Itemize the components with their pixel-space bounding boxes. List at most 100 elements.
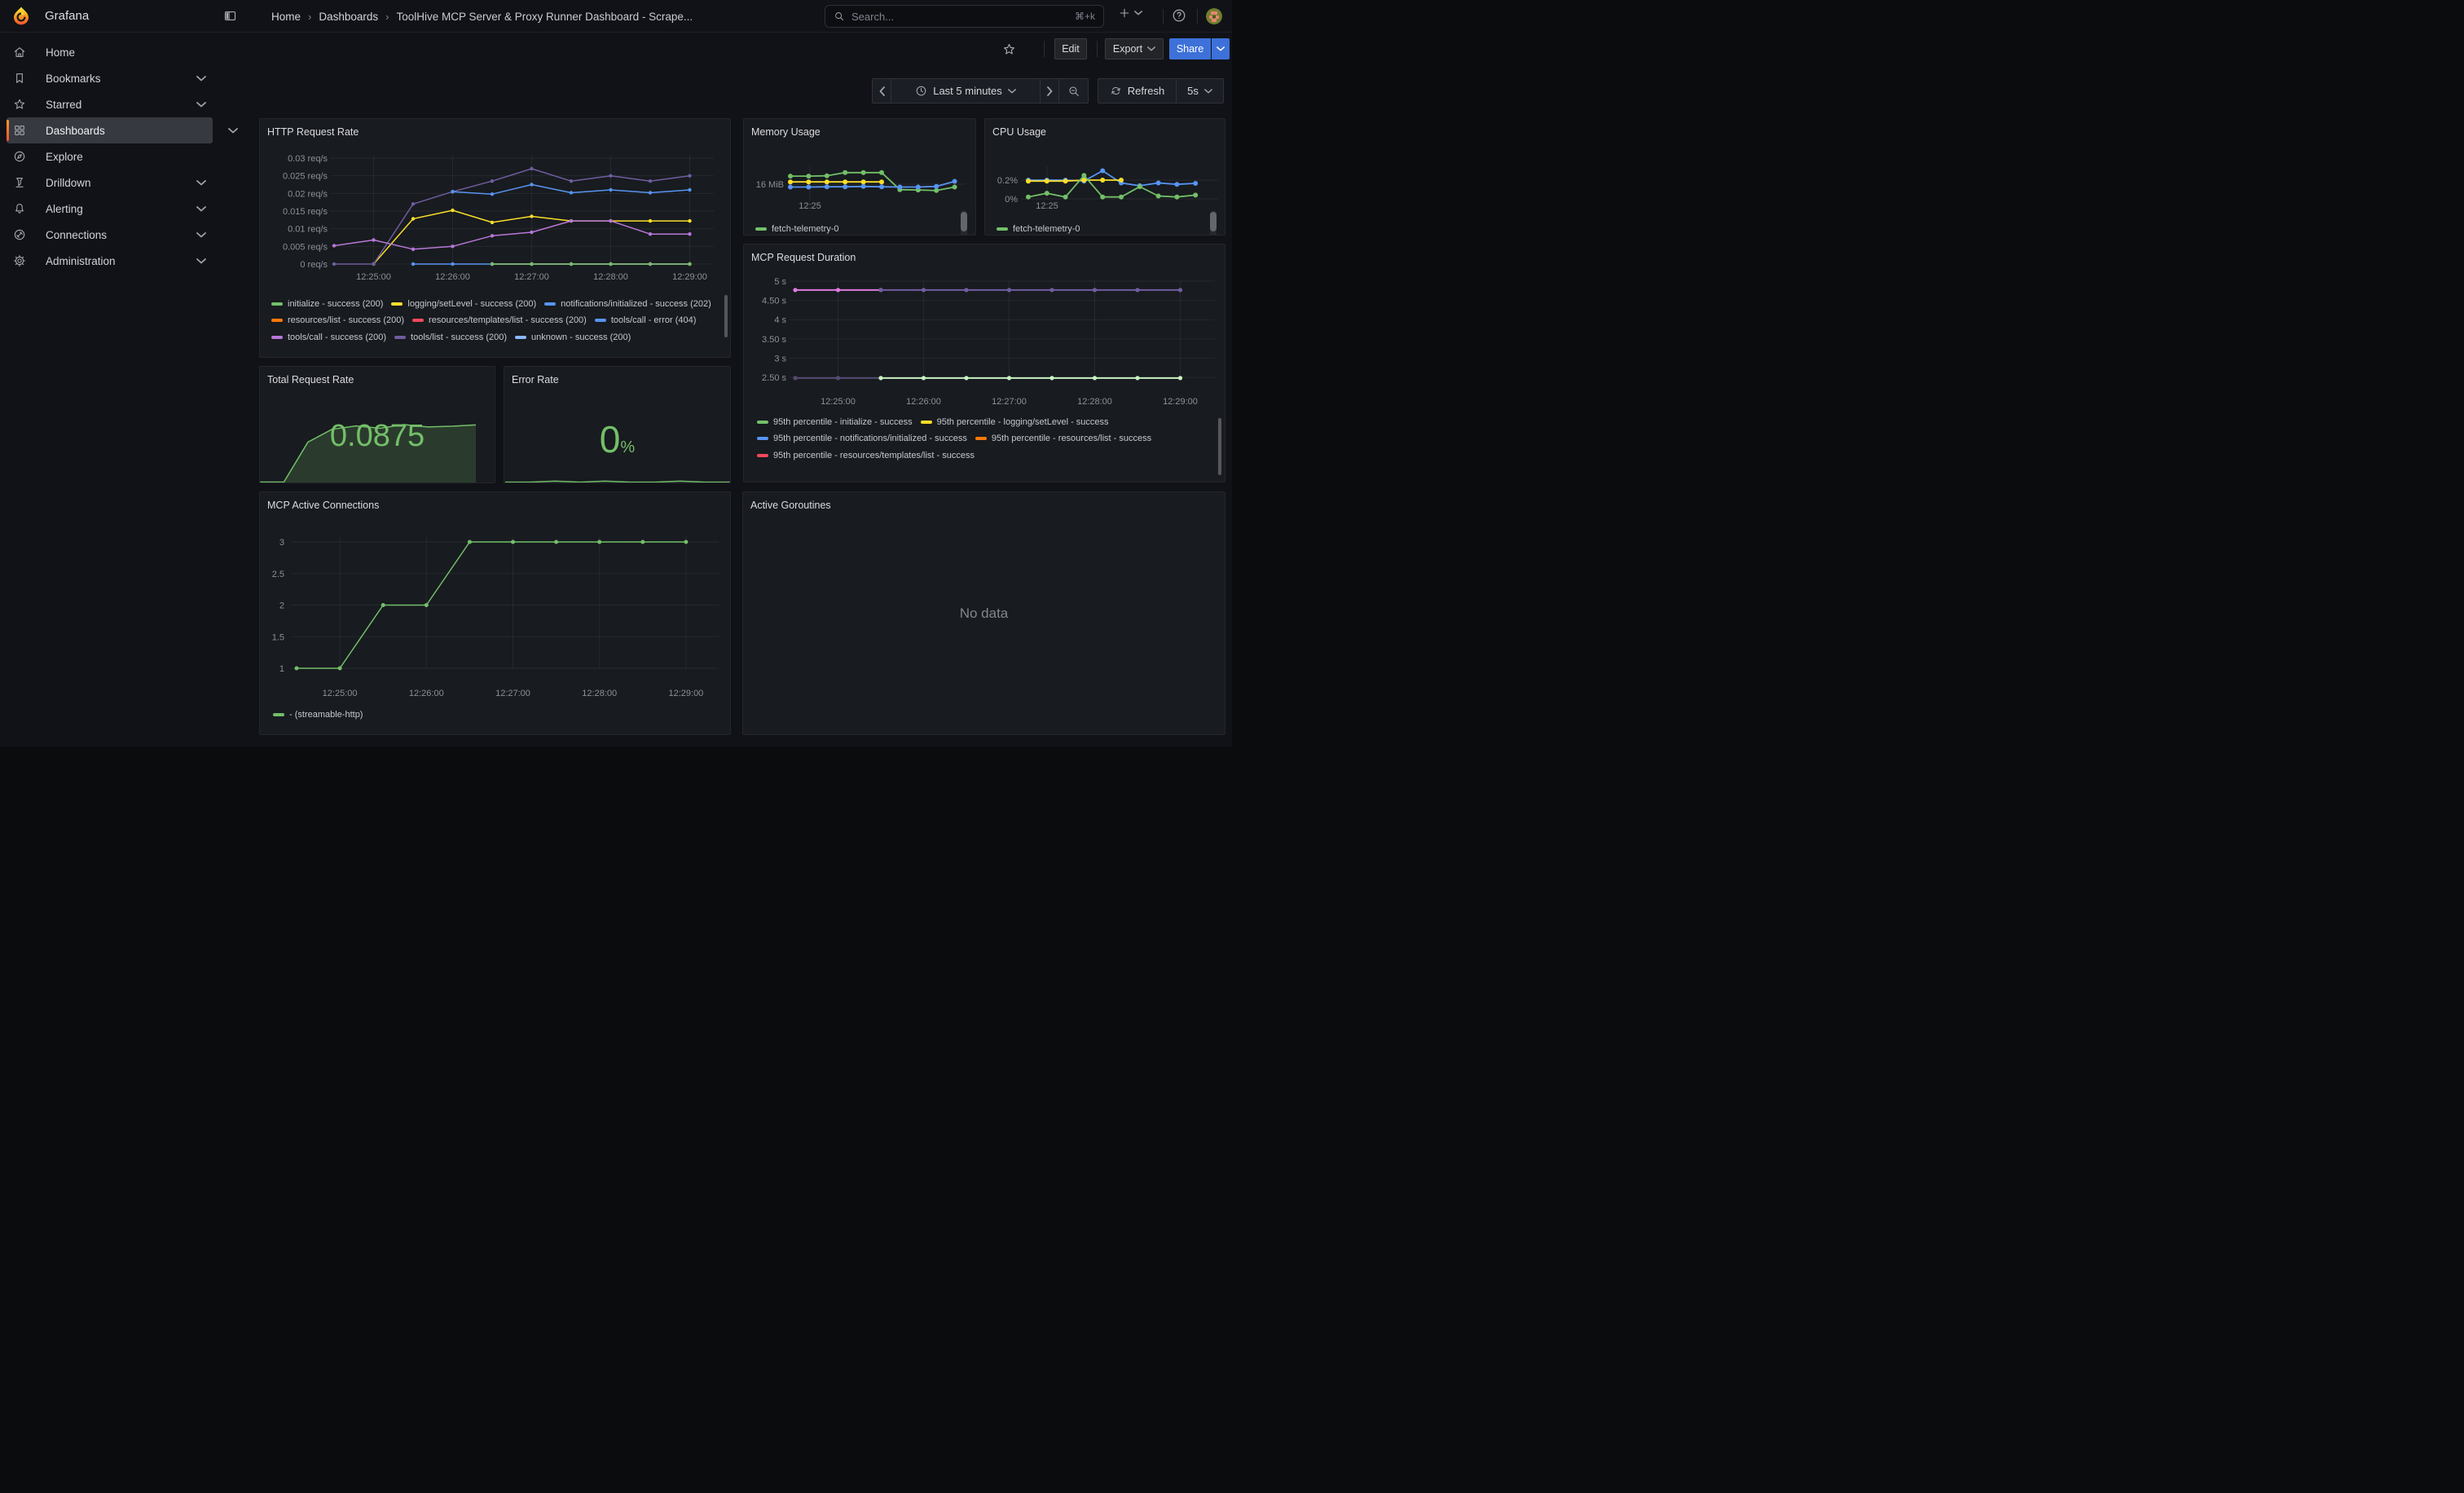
svg-text:12:29:00: 12:29:00 bbox=[672, 272, 707, 282]
zoom-out-icon bbox=[1067, 85, 1080, 98]
legend-item[interactable]: tools/call - success (200) bbox=[271, 332, 386, 342]
chevron-down-icon[interactable] bbox=[196, 175, 206, 190]
refresh-interval-select[interactable]: 5s bbox=[1176, 78, 1224, 103]
panel-title[interactable]: Active Goroutines bbox=[750, 500, 831, 511]
chevron-down-icon bbox=[1147, 46, 1155, 51]
sidebar-item-starred[interactable]: Starred bbox=[7, 91, 213, 117]
share-button[interactable]: Share bbox=[1169, 38, 1211, 59]
time-range-picker[interactable]: Last 5 minutes bbox=[891, 78, 1041, 103]
sidebar-item-alerting[interactable]: Alerting bbox=[7, 196, 213, 222]
legend-item[interactable]: 95th percentile - resources/templates/li… bbox=[757, 450, 975, 460]
svg-text:0.2%: 0.2% bbox=[997, 176, 1018, 186]
legend-swatch bbox=[975, 437, 987, 440]
legend-item[interactable]: 95th percentile - notifications/initiali… bbox=[757, 434, 967, 444]
legend-scrollbar[interactable] bbox=[961, 212, 967, 231]
grafana-logo-icon[interactable] bbox=[12, 7, 30, 29]
legend-swatch bbox=[757, 437, 768, 440]
sidebar-item-explore[interactable]: Explore bbox=[7, 143, 213, 170]
legend-item[interactable]: resources/list - success (200) bbox=[271, 315, 404, 326]
svg-text:1: 1 bbox=[279, 664, 284, 674]
favorite-star-button[interactable] bbox=[997, 38, 1020, 59]
legend-item[interactable]: 95th percentile - initialize - success bbox=[757, 416, 913, 427]
legend-label: - (streamable-http) bbox=[289, 710, 363, 720]
svg-text:1.5: 1.5 bbox=[272, 632, 284, 642]
svg-text:12:25:00: 12:25:00 bbox=[356, 272, 391, 282]
panel-http-request-rate: HTTP Request Rate 0 req/s0.005 req/s0.01… bbox=[259, 118, 731, 358]
legend-item[interactable]: 95th percentile - logging/setLevel - suc… bbox=[921, 416, 1109, 427]
panel-title[interactable]: Memory Usage bbox=[751, 126, 821, 138]
legend-scrollbar[interactable] bbox=[1210, 212, 1217, 231]
svg-text:12:29:00: 12:29:00 bbox=[668, 689, 703, 698]
chart-canvas[interactable]: 32.521.5112:25:0012:26:0012:27:0012:28:0… bbox=[260, 492, 730, 734]
legend-item[interactable]: resources/templates/list - success (200) bbox=[412, 315, 587, 326]
navbar: Grafana Home › Dashboards › ToolHive MCP… bbox=[0, 0, 1232, 33]
legend-scrollbar[interactable] bbox=[724, 295, 728, 337]
legend-label: 95th percentile - logging/setLevel - suc… bbox=[937, 417, 1109, 427]
legend-swatch bbox=[515, 336, 526, 339]
chevron-down-icon[interactable] bbox=[196, 253, 206, 268]
legend-item[interactable]: - (streamable-http) bbox=[273, 709, 363, 720]
sidebar-item-dashboards[interactable]: Dashboards bbox=[7, 117, 213, 143]
legend-item[interactable]: notifications/initialized - success (202… bbox=[544, 298, 711, 309]
chevron-down-icon[interactable] bbox=[196, 227, 206, 242]
legend-swatch bbox=[273, 713, 284, 716]
legend-item[interactable]: fetch-telemetry-0 bbox=[755, 223, 839, 234]
panel-title[interactable]: Total Request Rate bbox=[267, 374, 354, 385]
grafana-app: Grafana Home › Dashboards › ToolHive MCP… bbox=[0, 0, 1232, 746]
sidebar-item-connections[interactable]: Connections bbox=[7, 222, 213, 248]
chevron-down-icon[interactable] bbox=[196, 201, 206, 216]
svg-text:0.015 req/s: 0.015 req/s bbox=[283, 207, 328, 217]
legend-item[interactable]: unknown - success (200) bbox=[515, 332, 631, 342]
legend-item[interactable]: fetch-telemetry-0 bbox=[997, 223, 1080, 234]
breadcrumb-home[interactable]: Home bbox=[271, 11, 301, 23]
sidebar-item-administration[interactable]: Administration bbox=[7, 248, 213, 274]
chevron-left-icon bbox=[879, 86, 885, 96]
chevron-down-icon[interactable] bbox=[196, 71, 206, 86]
new-menu-button[interactable] bbox=[1118, 7, 1142, 20]
legend-item[interactable]: tools/call - error (404) bbox=[595, 315, 697, 326]
active-accent-bar bbox=[7, 120, 9, 141]
panel-left-icon[interactable] bbox=[223, 9, 237, 27]
brand-title[interactable]: Grafana bbox=[45, 9, 89, 23]
share-menu-button[interactable] bbox=[1212, 38, 1230, 59]
legend-label: resources/templates/list - success (200) bbox=[429, 315, 587, 325]
chart-mcp-active-connections[interactable]: 32.521.5112:25:0012:26:0012:27:0012:28:0… bbox=[260, 492, 730, 734]
svg-text:0.02 req/s: 0.02 req/s bbox=[288, 189, 328, 199]
sidebar-item-home[interactable]: Home bbox=[7, 39, 213, 65]
plus-icon bbox=[1118, 7, 1131, 20]
legend-item[interactable]: 95th percentile - resources/list - succe… bbox=[975, 434, 1151, 444]
search-box[interactable]: ⌘+k bbox=[825, 5, 1104, 28]
breadcrumb-chevron-icon: › bbox=[308, 11, 311, 23]
chevron-down-icon bbox=[1217, 46, 1225, 51]
breadcrumb-dashboards[interactable]: Dashboards bbox=[319, 11, 378, 23]
panel-title[interactable]: HTTP Request Rate bbox=[267, 126, 359, 138]
chevron-down-icon[interactable] bbox=[196, 97, 206, 112]
sidebar-item-bookmarks[interactable]: Bookmarks bbox=[7, 65, 213, 91]
legend: 95th percentile - initialize - success 95… bbox=[757, 416, 1197, 480]
panel-title[interactable]: CPU Usage bbox=[992, 126, 1046, 138]
toolbar-divider bbox=[1044, 41, 1045, 57]
panel-title[interactable]: MCP Active Connections bbox=[267, 500, 379, 511]
time-back-button[interactable] bbox=[872, 78, 891, 103]
panel-title[interactable]: Error Rate bbox=[512, 374, 559, 385]
export-button[interactable]: Export bbox=[1105, 38, 1164, 59]
time-forward-button[interactable] bbox=[1040, 78, 1059, 103]
sidebar-item-drilldown[interactable]: Drilldown bbox=[7, 170, 213, 196]
search-input[interactable] bbox=[851, 11, 1068, 23]
refresh-button[interactable]: Refresh bbox=[1098, 78, 1177, 103]
legend-item[interactable]: logging/setLevel - success (200) bbox=[391, 298, 536, 309]
legend-item[interactable]: tools/list - success (200) bbox=[394, 332, 507, 342]
edit-button[interactable]: Edit bbox=[1054, 38, 1087, 59]
sidebar: Home Bookmarks Starred Dashboards Explor… bbox=[0, 33, 244, 746]
svg-text:12:26:00: 12:26:00 bbox=[409, 689, 444, 698]
panel-title[interactable]: MCP Request Duration bbox=[751, 252, 856, 263]
legend-scrollbar[interactable] bbox=[1218, 418, 1221, 475]
legend-label: fetch-telemetry-0 bbox=[772, 224, 839, 234]
legend-item[interactable]: initialize - success (200) bbox=[271, 298, 383, 309]
avatar[interactable] bbox=[1206, 8, 1222, 24]
chevron-down-icon[interactable] bbox=[228, 123, 238, 138]
svg-text:3.50 s: 3.50 s bbox=[762, 335, 786, 345]
zoom-out-button[interactable] bbox=[1058, 78, 1089, 103]
help-button[interactable] bbox=[1172, 8, 1186, 23]
no-data-message: No data bbox=[743, 492, 1225, 734]
